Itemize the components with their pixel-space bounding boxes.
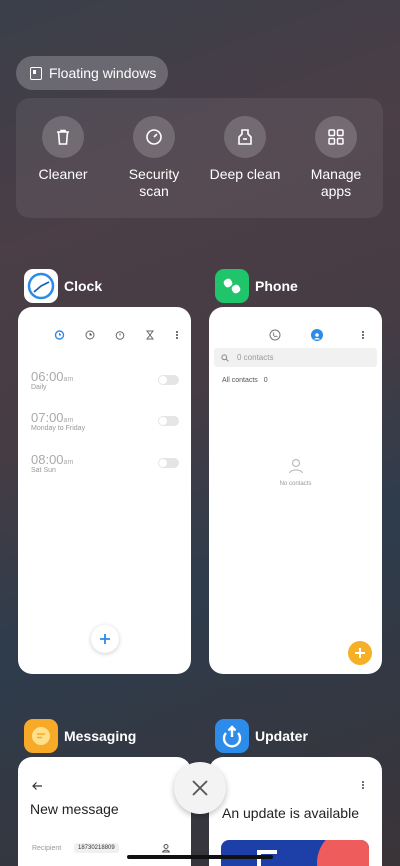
recipient-value: 18730218809 — [78, 845, 115, 851]
quick-tools-panel: Cleaner Security scan Deep clean Manage … — [16, 98, 383, 218]
trash-icon — [42, 116, 84, 158]
contacts-tab-icon[interactable] — [311, 329, 323, 341]
alarm-row[interactable]: 06:00am Daily — [31, 369, 191, 391]
contacts-search-input[interactable]: 0 contacts — [214, 348, 377, 367]
contacts-filter[interactable]: All contacts 0 — [222, 377, 268, 384]
alarm-row[interactable]: 07:00am Monday to Friday — [31, 410, 191, 432]
home-indicator[interactable] — [127, 855, 273, 859]
more-icon[interactable] — [361, 780, 365, 790]
add-alarm-button[interactable] — [91, 625, 119, 653]
cleaner-label: Cleaner — [38, 166, 88, 182]
alarm-repeat: Sat Sun — [31, 467, 56, 474]
recipient-chip[interactable]: 18730218809 — [74, 843, 119, 853]
grid-icon — [315, 116, 357, 158]
alarm-toggle[interactable] — [158, 375, 179, 385]
alarm-repeat: Monday to Friday — [31, 425, 86, 432]
contact-picker-icon[interactable] — [161, 843, 171, 853]
call-log-icon[interactable] — [269, 329, 281, 341]
messaging-app-icon — [24, 719, 58, 753]
search-placeholder: 0 contacts — [237, 353, 274, 362]
alarm-time: 07:00 — [31, 410, 64, 425]
updater-app-name: Updater — [255, 728, 308, 744]
more-icon[interactable] — [175, 330, 179, 340]
alarm-icon[interactable] — [54, 329, 65, 340]
clock-app-name: Clock — [64, 278, 103, 294]
messaging-app-header[interactable]: Messaging — [24, 719, 136, 753]
alarm-ampm: am — [63, 376, 74, 383]
deep-clean-label: Deep clean — [209, 166, 281, 182]
plus-icon — [100, 634, 110, 644]
phone-app-card[interactable]: 0 contacts All contacts 0 No contacts — [209, 307, 382, 674]
phone-app-icon — [215, 269, 249, 303]
update-title: An update is available — [222, 805, 359, 821]
alarm-toggle[interactable] — [158, 458, 179, 468]
timer-icon[interactable] — [145, 330, 155, 340]
update-banner — [221, 840, 369, 866]
floating-window-icon — [30, 66, 42, 80]
floating-windows-button[interactable]: Floating windows — [16, 56, 168, 90]
add-contact-button[interactable] — [348, 641, 372, 665]
alarm-row[interactable]: 08:00am Sat Sun — [31, 452, 191, 474]
alarm-repeat: Daily — [31, 384, 47, 391]
contacts-filter-label: All contacts — [222, 377, 258, 384]
new-message-title: New message — [30, 801, 119, 817]
updater-app-header[interactable]: Updater — [215, 719, 308, 753]
alarm-time: 08:00 — [31, 452, 64, 467]
messaging-app-card[interactable]: New message Recipient 18730218809 — [18, 757, 191, 866]
security-scan-icon — [133, 116, 175, 158]
plus-icon — [355, 648, 365, 658]
alarm-toggle[interactable] — [158, 416, 179, 426]
back-arrow-icon[interactable] — [31, 781, 43, 791]
world-clock-icon[interactable] — [85, 330, 95, 340]
alarm-ampm: am — [63, 459, 74, 466]
phone-app-header[interactable]: Phone — [215, 269, 298, 303]
manage-apps-button[interactable]: Manage apps — [291, 116, 381, 200]
close-icon — [192, 780, 208, 796]
search-icon — [221, 353, 229, 362]
updater-app-icon — [215, 719, 249, 753]
alarm-time: 06:00 — [31, 369, 64, 384]
empty-contacts-icon — [288, 458, 304, 474]
recipient-label: Recipient — [32, 845, 62, 852]
security-scan-label: Security scan — [128, 166, 180, 199]
stopwatch-icon[interactable] — [115, 330, 125, 340]
messaging-app-name: Messaging — [64, 728, 137, 744]
deep-clean-button[interactable]: Deep clean — [200, 116, 290, 183]
close-all-button[interactable] — [174, 762, 226, 814]
deep-clean-icon — [224, 116, 266, 158]
clock-app-card[interactable]: 06:00am Daily 07:00am Monday to Friday 0… — [18, 307, 191, 674]
contacts-filter-count: 0 — [263, 377, 268, 384]
no-contacts-text: No contacts — [279, 481, 312, 487]
updater-app-card[interactable]: An update is available — [209, 757, 382, 866]
manage-apps-label: Manage apps — [310, 166, 362, 199]
alarm-ampm: am — [63, 417, 74, 424]
security-scan-button[interactable]: Security scan — [109, 116, 199, 200]
floating-windows-label: Floating windows — [49, 65, 157, 81]
more-icon[interactable] — [361, 330, 365, 340]
phone-app-name: Phone — [255, 278, 298, 294]
clock-app-icon — [24, 269, 58, 303]
cleaner-button[interactable]: Cleaner — [18, 116, 108, 183]
clock-app-header[interactable]: Clock — [24, 269, 102, 303]
